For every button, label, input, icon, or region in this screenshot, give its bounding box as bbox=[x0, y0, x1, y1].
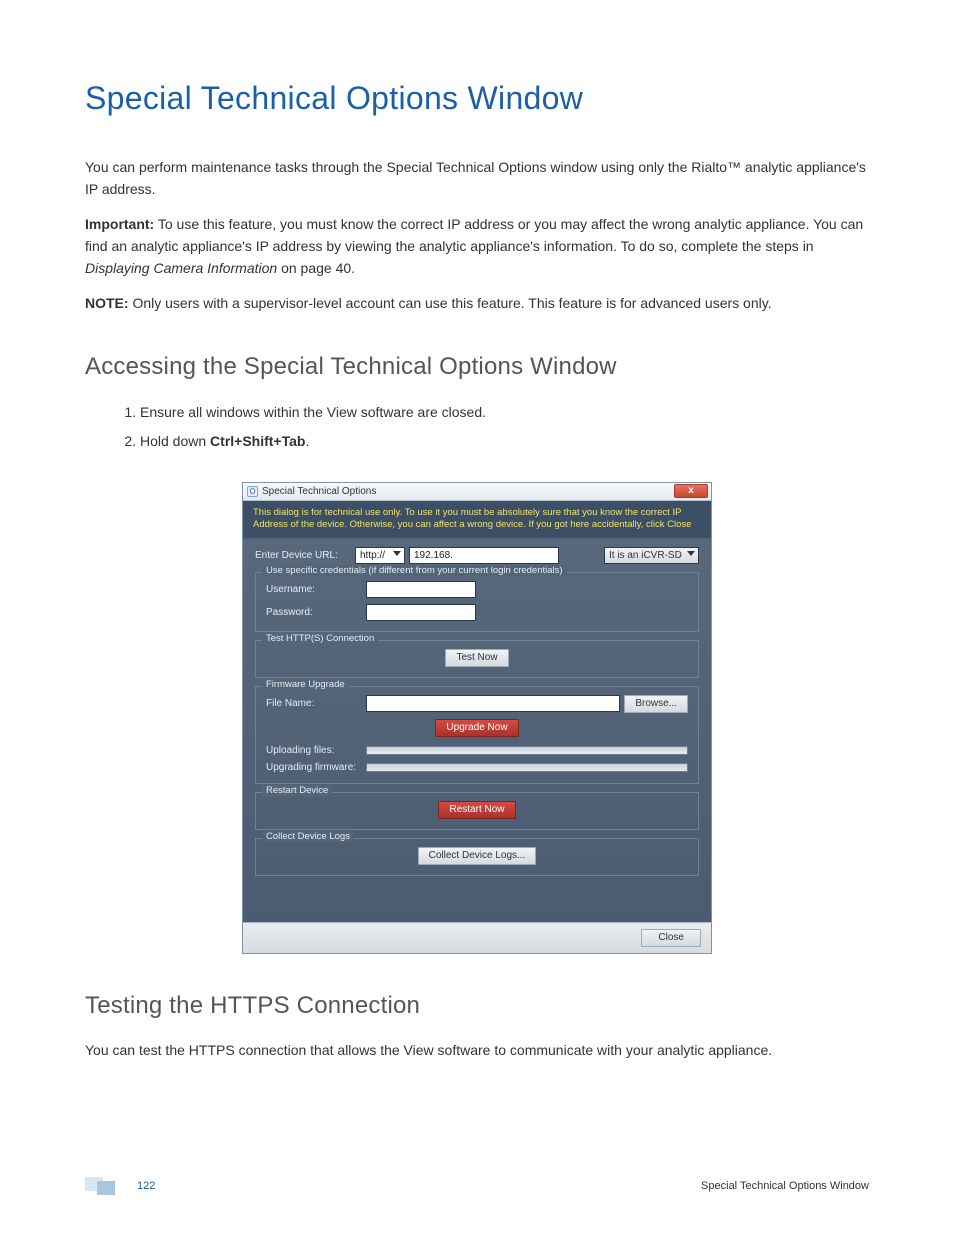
username-input[interactable] bbox=[366, 581, 476, 598]
dialog-body: Enter Device URL: http:// 192.168. It is… bbox=[243, 539, 711, 922]
filename-input[interactable] bbox=[366, 695, 620, 712]
testing-paragraph: You can test the HTTPS connection that a… bbox=[85, 1040, 869, 1062]
dialog-footer: Close bbox=[243, 922, 711, 953]
section-heading-accessing: Accessing the Special Technical Options … bbox=[85, 353, 869, 381]
footer-section-title: Special Technical Options Window bbox=[701, 1180, 869, 1192]
step2-post: . bbox=[305, 433, 309, 449]
collect-logs-button[interactable]: Collect Device Logs... bbox=[418, 847, 537, 865]
credentials-legend: Use specific credentials (if different f… bbox=[262, 565, 567, 576]
upgrade-now-button[interactable]: Upgrade Now bbox=[435, 719, 518, 737]
close-button[interactable]: Close bbox=[641, 929, 701, 947]
note-paragraph: NOTE: Only users with a supervisor-level… bbox=[85, 293, 869, 315]
list-item: Ensure all windows within the View softw… bbox=[140, 401, 869, 423]
note-label: NOTE: bbox=[85, 295, 129, 311]
important-reference: Displaying Camera Information bbox=[85, 260, 277, 276]
important-label: Important: bbox=[85, 216, 154, 232]
list-item: Hold down Ctrl+Shift+Tab. bbox=[140, 430, 869, 452]
app-icon: O bbox=[247, 486, 258, 497]
username-label: Username: bbox=[266, 584, 366, 595]
device-type-value: It is an iCVR-SD bbox=[609, 550, 682, 561]
important-tail: on page 40. bbox=[277, 260, 355, 276]
intro-paragraph: You can perform maintenance tasks throug… bbox=[85, 157, 869, 200]
collect-legend: Collect Device Logs bbox=[262, 831, 354, 842]
dialog-titlebar: O Special Technical Options x bbox=[243, 483, 711, 501]
url-label: Enter Device URL: bbox=[255, 550, 355, 561]
protocol-select[interactable]: http:// bbox=[355, 547, 405, 564]
section-heading-testing: Testing the HTTPS Connection bbox=[85, 992, 869, 1020]
device-type-select[interactable]: It is an iCVR-SD bbox=[604, 547, 699, 564]
page-footer: 122 Special Technical Options Window bbox=[85, 1177, 869, 1195]
chevron-down-icon bbox=[687, 551, 695, 556]
footer-logo-icon bbox=[85, 1177, 115, 1195]
restart-device-fieldset: Restart Device Restart Now bbox=[255, 792, 699, 830]
test-connection-fieldset: Test HTTP(S) Connection Test Now bbox=[255, 640, 699, 678]
document-page: Special Technical Options Window You can… bbox=[0, 0, 954, 1235]
test-now-button[interactable]: Test Now bbox=[445, 649, 508, 667]
password-input[interactable] bbox=[366, 604, 476, 621]
filename-label: File Name: bbox=[266, 698, 366, 709]
protocol-value: http:// bbox=[360, 550, 385, 561]
page-number: 122 bbox=[137, 1180, 155, 1192]
device-url-input[interactable]: 192.168. bbox=[409, 547, 559, 564]
step2-pre: Hold down bbox=[140, 433, 210, 449]
url-row: Enter Device URL: http:// 192.168. It is… bbox=[255, 547, 699, 564]
restart-now-button[interactable]: Restart Now bbox=[438, 801, 515, 819]
upgrading-label: Upgrading firmware: bbox=[266, 762, 366, 773]
uploading-progress bbox=[366, 746, 688, 755]
upgrading-progress bbox=[366, 763, 688, 772]
footer-left: 122 bbox=[85, 1177, 155, 1195]
chevron-down-icon bbox=[393, 551, 401, 556]
dialog-title: Special Technical Options bbox=[262, 486, 376, 497]
credentials-fieldset: Use specific credentials (if different f… bbox=[255, 572, 699, 632]
important-paragraph: Important: To use this feature, you must… bbox=[85, 214, 869, 279]
close-icon[interactable]: x bbox=[674, 484, 708, 498]
firmware-upgrade-fieldset: Firmware Upgrade File Name: Browse... Up… bbox=[255, 686, 699, 784]
dialog-warning: This dialog is for technical use only. T… bbox=[243, 501, 711, 539]
test-legend: Test HTTP(S) Connection bbox=[262, 633, 378, 644]
step2-keys: Ctrl+Shift+Tab bbox=[210, 433, 305, 449]
important-text: To use this feature, you must know the c… bbox=[85, 216, 863, 254]
sto-dialog: O Special Technical Options x This dialo… bbox=[242, 482, 712, 954]
firmware-legend: Firmware Upgrade bbox=[262, 679, 349, 690]
steps-list: Ensure all windows within the View softw… bbox=[140, 401, 869, 452]
uploading-label: Uploading files: bbox=[266, 745, 366, 756]
collect-logs-fieldset: Collect Device Logs Collect Device Logs.… bbox=[255, 838, 699, 876]
restart-legend: Restart Device bbox=[262, 785, 332, 796]
page-title: Special Technical Options Window bbox=[85, 80, 869, 117]
password-label: Password: bbox=[266, 607, 366, 618]
browse-button[interactable]: Browse... bbox=[624, 695, 688, 713]
note-text: Only users with a supervisor-level accou… bbox=[129, 295, 772, 311]
